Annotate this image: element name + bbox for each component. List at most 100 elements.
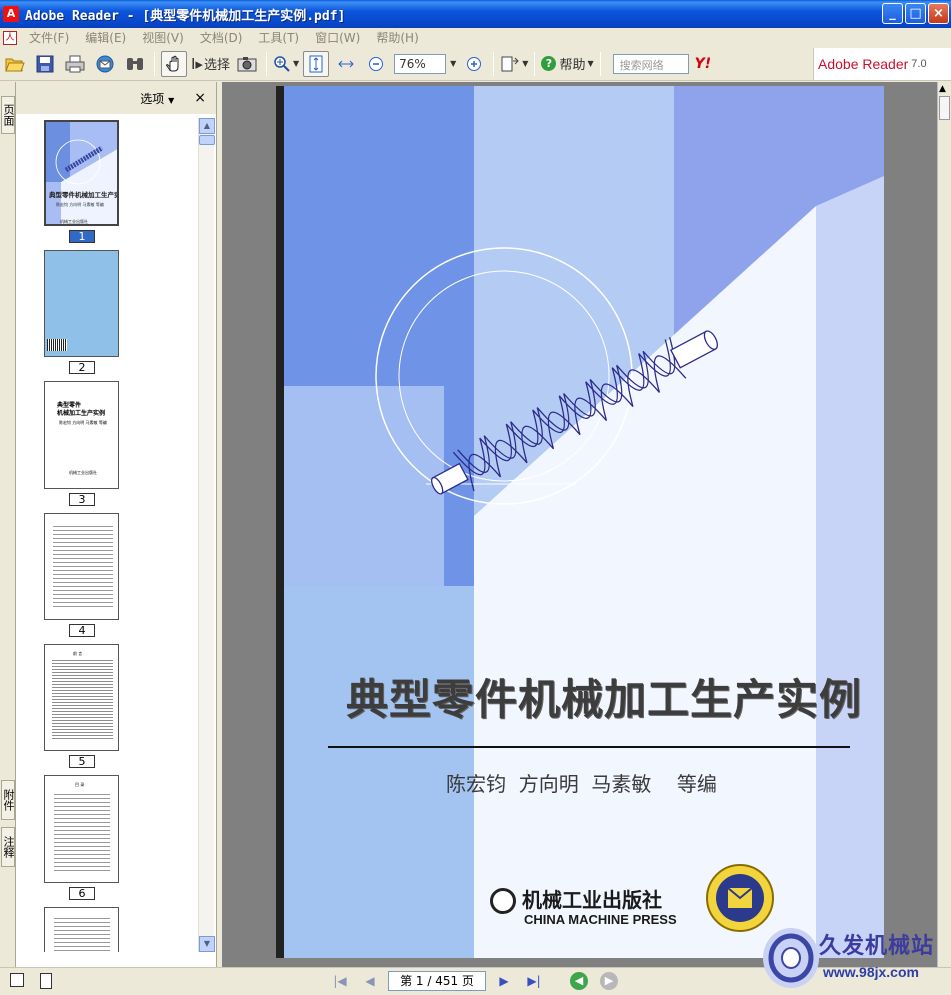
go-forward-icon[interactable]: ▶	[600, 972, 618, 990]
search-web-input[interactable]: 搜索网络	[612, 53, 689, 74]
back-cover-barcode	[47, 339, 67, 351]
publisher-name-cn: 机械工业出版社	[522, 888, 662, 912]
thumb-3-publisher: 机械工业出版社	[69, 470, 97, 475]
page-number-label[interactable]: 3	[69, 493, 95, 506]
toolbar-separator	[534, 51, 536, 76]
zoom-level-input[interactable]: 76%	[394, 53, 447, 74]
page-number-label[interactable]: 4	[69, 624, 95, 637]
yahoo-icon[interactable]: Y!	[695, 56, 712, 72]
thumb-text-lines	[53, 524, 113, 609]
title-bar: A Adobe Reader - [典型零件机械加工生产实例.pdf] _ □ …	[0, 0, 951, 28]
menu-window[interactable]: 窗口(W)	[307, 29, 368, 46]
help-button[interactable]: ? 帮助 ▼	[541, 51, 594, 77]
select-tool-button[interactable]: I▸ 选择	[191, 51, 230, 77]
page-layout-icon[interactable]: ▼	[500, 51, 528, 77]
scroll-up-arrow-icon[interactable]: ▲	[199, 118, 215, 134]
go-back-icon[interactable]: ◀	[570, 972, 588, 990]
tab-attachments[interactable]: 附件	[1, 780, 15, 820]
tab-pages[interactable]: 页面	[1, 96, 15, 134]
toolbar: I▸ 选择 ▼ 76% ▼ ▼ ? 帮助 ▼ 搜索网络 Y!	[0, 47, 951, 81]
menu-edit[interactable]: 编辑(E)	[77, 29, 134, 46]
print-icon[interactable]	[62, 51, 88, 77]
page-view-icon[interactable]	[10, 973, 24, 987]
pages-panel: 选项 ▼ × 典型零件机械加工生产实例 陈宏钧 方向明 马素敏 等编 机械工业出…	[16, 82, 217, 967]
cover-thumbnail-art	[46, 122, 117, 224]
page-thumbnail-7[interactable]	[44, 907, 119, 952]
page-number-input[interactable]: 第 1 / 451 页	[388, 971, 486, 991]
menu-help[interactable]: 帮助(H)	[368, 29, 426, 46]
close-panel-icon[interactable]: ×	[194, 90, 206, 106]
pdf-page-cover: 典型零件机械加工生产实例 陈宏钧 方向明 马素敏 等编 机械工业出版社 CHIN…	[276, 86, 884, 958]
thumb-3-authors: 陈宏钧 方向明 马素敏 等编	[59, 420, 107, 425]
adobe-reader-icon: A	[3, 6, 19, 22]
chevron-down-icon: ▼	[168, 95, 175, 105]
page-number-label[interactable]: 1	[69, 230, 95, 243]
options-label: 选项	[140, 91, 165, 106]
page-thumbnail-3[interactable]: 典型零件 机械加工生产实例 陈宏钧 方向明 马素敏 等编 机械工业出版社	[44, 381, 119, 489]
thumb-6-heading: 目 录	[75, 782, 85, 787]
side-tab-strip: 页面 附件 注释	[0, 82, 16, 967]
open-icon[interactable]	[2, 51, 28, 77]
select-tool-label: 选择	[203, 58, 230, 73]
chevron-down-icon[interactable]: ▼	[587, 59, 593, 68]
last-page-icon[interactable]: ▶|	[526, 973, 542, 989]
tab-comments[interactable]: 注释	[1, 827, 15, 867]
save-icon[interactable]	[32, 51, 58, 77]
fit-width-icon[interactable]	[333, 51, 359, 77]
zoom-out-icon[interactable]	[363, 51, 389, 77]
page-thumbnail-5[interactable]: 前 言	[44, 644, 119, 751]
menu-view[interactable]: 视图(V)	[134, 29, 192, 46]
first-page-icon[interactable]: |◀	[332, 973, 348, 989]
document-icon[interactable]: 人	[3, 30, 17, 45]
scrollbar-thumb[interactable]	[939, 96, 950, 120]
scroll-up-arrow-icon[interactable]: ▲	[939, 84, 946, 94]
find-icon[interactable]	[122, 51, 148, 77]
email-icon[interactable]	[92, 51, 118, 77]
watermark-logo-icon	[763, 928, 819, 988]
minimize-button[interactable]: _	[882, 3, 903, 24]
zoom-in-icon[interactable]	[461, 51, 487, 77]
menu-tools[interactable]: 工具(T)	[250, 29, 307, 46]
snapshot-icon[interactable]	[234, 51, 260, 77]
thumb-5-heading: 前 言	[73, 651, 83, 656]
help-label: 帮助	[559, 58, 586, 73]
watermark-site-name: 久发机械站	[819, 933, 935, 959]
hand-tool-icon[interactable]	[161, 50, 187, 77]
page-number-label[interactable]: 6	[69, 887, 95, 900]
scroll-down-arrow-icon[interactable]: ▼	[199, 936, 215, 952]
brand-version: 7.0	[911, 58, 927, 70]
chevron-down-icon[interactable]: ▼	[293, 59, 299, 68]
toolbar-separator	[265, 51, 267, 76]
toolbar-separator	[493, 51, 495, 76]
adobe-reader-logo: Adobe Reader 7.0	[813, 48, 951, 80]
previous-page-icon[interactable]: ◀	[362, 973, 378, 989]
site-watermark: 久发机械站 www.98jx.com	[759, 922, 951, 995]
menu-file[interactable]: 文件(F)	[21, 29, 77, 46]
maximize-button[interactable]: □	[905, 3, 926, 24]
page-thumbnail-2[interactable]	[44, 250, 119, 357]
toolbar-separator	[599, 51, 601, 76]
actual-size-icon[interactable]	[303, 50, 330, 77]
next-page-icon[interactable]: ▶	[496, 973, 512, 989]
menu-bar: 人 文件(F) 编辑(E) 视图(V) 文档(D) 工具(T) 窗口(W) 帮助…	[0, 28, 951, 47]
brand-name: Adobe Reader	[818, 56, 909, 72]
thumbnail-scrollbar[interactable]: ▲ ▼	[198, 118, 215, 952]
zoom-dropdown-chevron-icon[interactable]: ▼	[450, 59, 456, 68]
zoom-in-tool-icon[interactable]: ▼	[273, 51, 299, 77]
page-number-label[interactable]: 5	[69, 755, 95, 768]
thumbnail-list: 典型零件机械加工生产实例 陈宏钧 方向明 马素敏 等编 机械工业出版社 1 2 …	[16, 116, 199, 952]
page-thumbnail-1[interactable]: 典型零件机械加工生产实例 陈宏钧 方向明 马素敏 等编 机械工业出版社	[44, 120, 119, 226]
options-menu[interactable]: 选项 ▼	[140, 90, 174, 107]
close-button[interactable]: ×	[928, 3, 949, 24]
page-thumbnail-6[interactable]: 目 录	[44, 775, 119, 883]
scrollbar-thumb[interactable]	[199, 135, 215, 145]
page-number-label[interactable]: 2	[69, 361, 95, 374]
continuous-view-icon[interactable]	[40, 973, 52, 989]
document-scrollbar[interactable]: ▲	[937, 82, 951, 967]
page-thumbnail-4[interactable]	[44, 513, 119, 620]
menu-document[interactable]: 文档(D)	[192, 29, 251, 46]
chevron-down-icon[interactable]: ▼	[522, 59, 528, 68]
document-view[interactable]: 典型零件机械加工生产实例 陈宏钧 方向明 马素敏 等编 机械工业出版社 CHIN…	[222, 82, 937, 967]
thumb-1-title: 典型零件机械加工生产实例	[49, 191, 117, 199]
thumb-1-publisher: 机械工业出版社	[60, 219, 88, 224]
